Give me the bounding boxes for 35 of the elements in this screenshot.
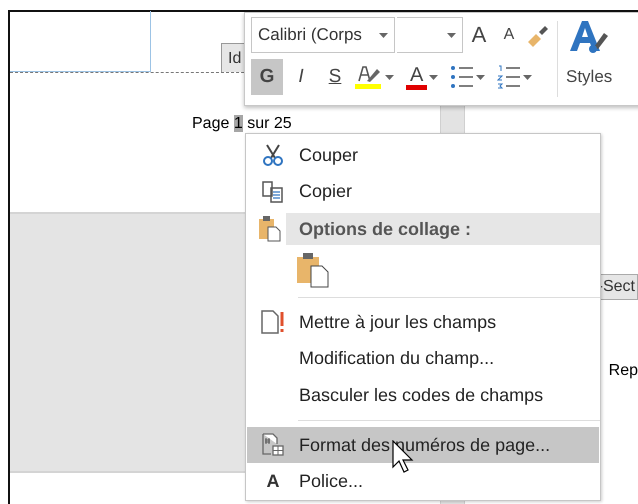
numbered-list-icon[interactable]: [497, 64, 522, 90]
menu-item[interactable]: Mettre à jour les champs: [247, 304, 599, 340]
format-button[interactable]: G: [251, 59, 283, 95]
paste-options-header: Options de collage :: [286, 213, 600, 246]
caret-icon: [379, 32, 388, 38]
caret-icon: [523, 74, 532, 80]
page-number-text: Page 1 sur 25: [192, 115, 293, 133]
page-exclamation-icon: [260, 310, 286, 334]
font-size-field[interactable]: [397, 17, 463, 53]
menu-item[interactable]: A Police...: [247, 463, 599, 500]
document-text: Rep: [608, 362, 638, 380]
caret-icon: [447, 32, 456, 38]
menu-item[interactable]: Format des numéros de page...: [247, 426, 599, 464]
menu-item[interactable]: Copier: [247, 174, 599, 210]
caret-icon: [385, 74, 394, 80]
shrink-font-button[interactable]: A: [495, 26, 523, 44]
font-name-field[interactable]: Calibri (Corps: [251, 17, 395, 53]
highlighter-icon[interactable]: [353, 63, 383, 91]
scissors-icon: [261, 143, 285, 168]
format-button[interactable]: S: [319, 59, 351, 95]
font-color-button[interactable]: A: [406, 64, 428, 90]
page-number-format-icon: [261, 433, 285, 457]
grow-font-button[interactable]: A: [465, 22, 493, 48]
bullet-list-icon[interactable]: [450, 64, 474, 90]
format-button[interactable]: I: [285, 59, 317, 95]
menu-item[interactable]: Modification du champ...: [247, 340, 599, 378]
caret-icon: [429, 74, 438, 80]
menu-item[interactable]: Basculer les codes de champs: [247, 377, 599, 414]
paste-keep-format-icon[interactable]: [296, 252, 330, 288]
caret-icon: [476, 74, 486, 80]
copy-icon: [261, 180, 285, 204]
styles-label: Styles: [566, 67, 612, 87]
clipboard-icon: [258, 215, 282, 244]
menu-item[interactable]: Couper: [247, 137, 599, 174]
font-icon: A: [266, 471, 280, 492]
